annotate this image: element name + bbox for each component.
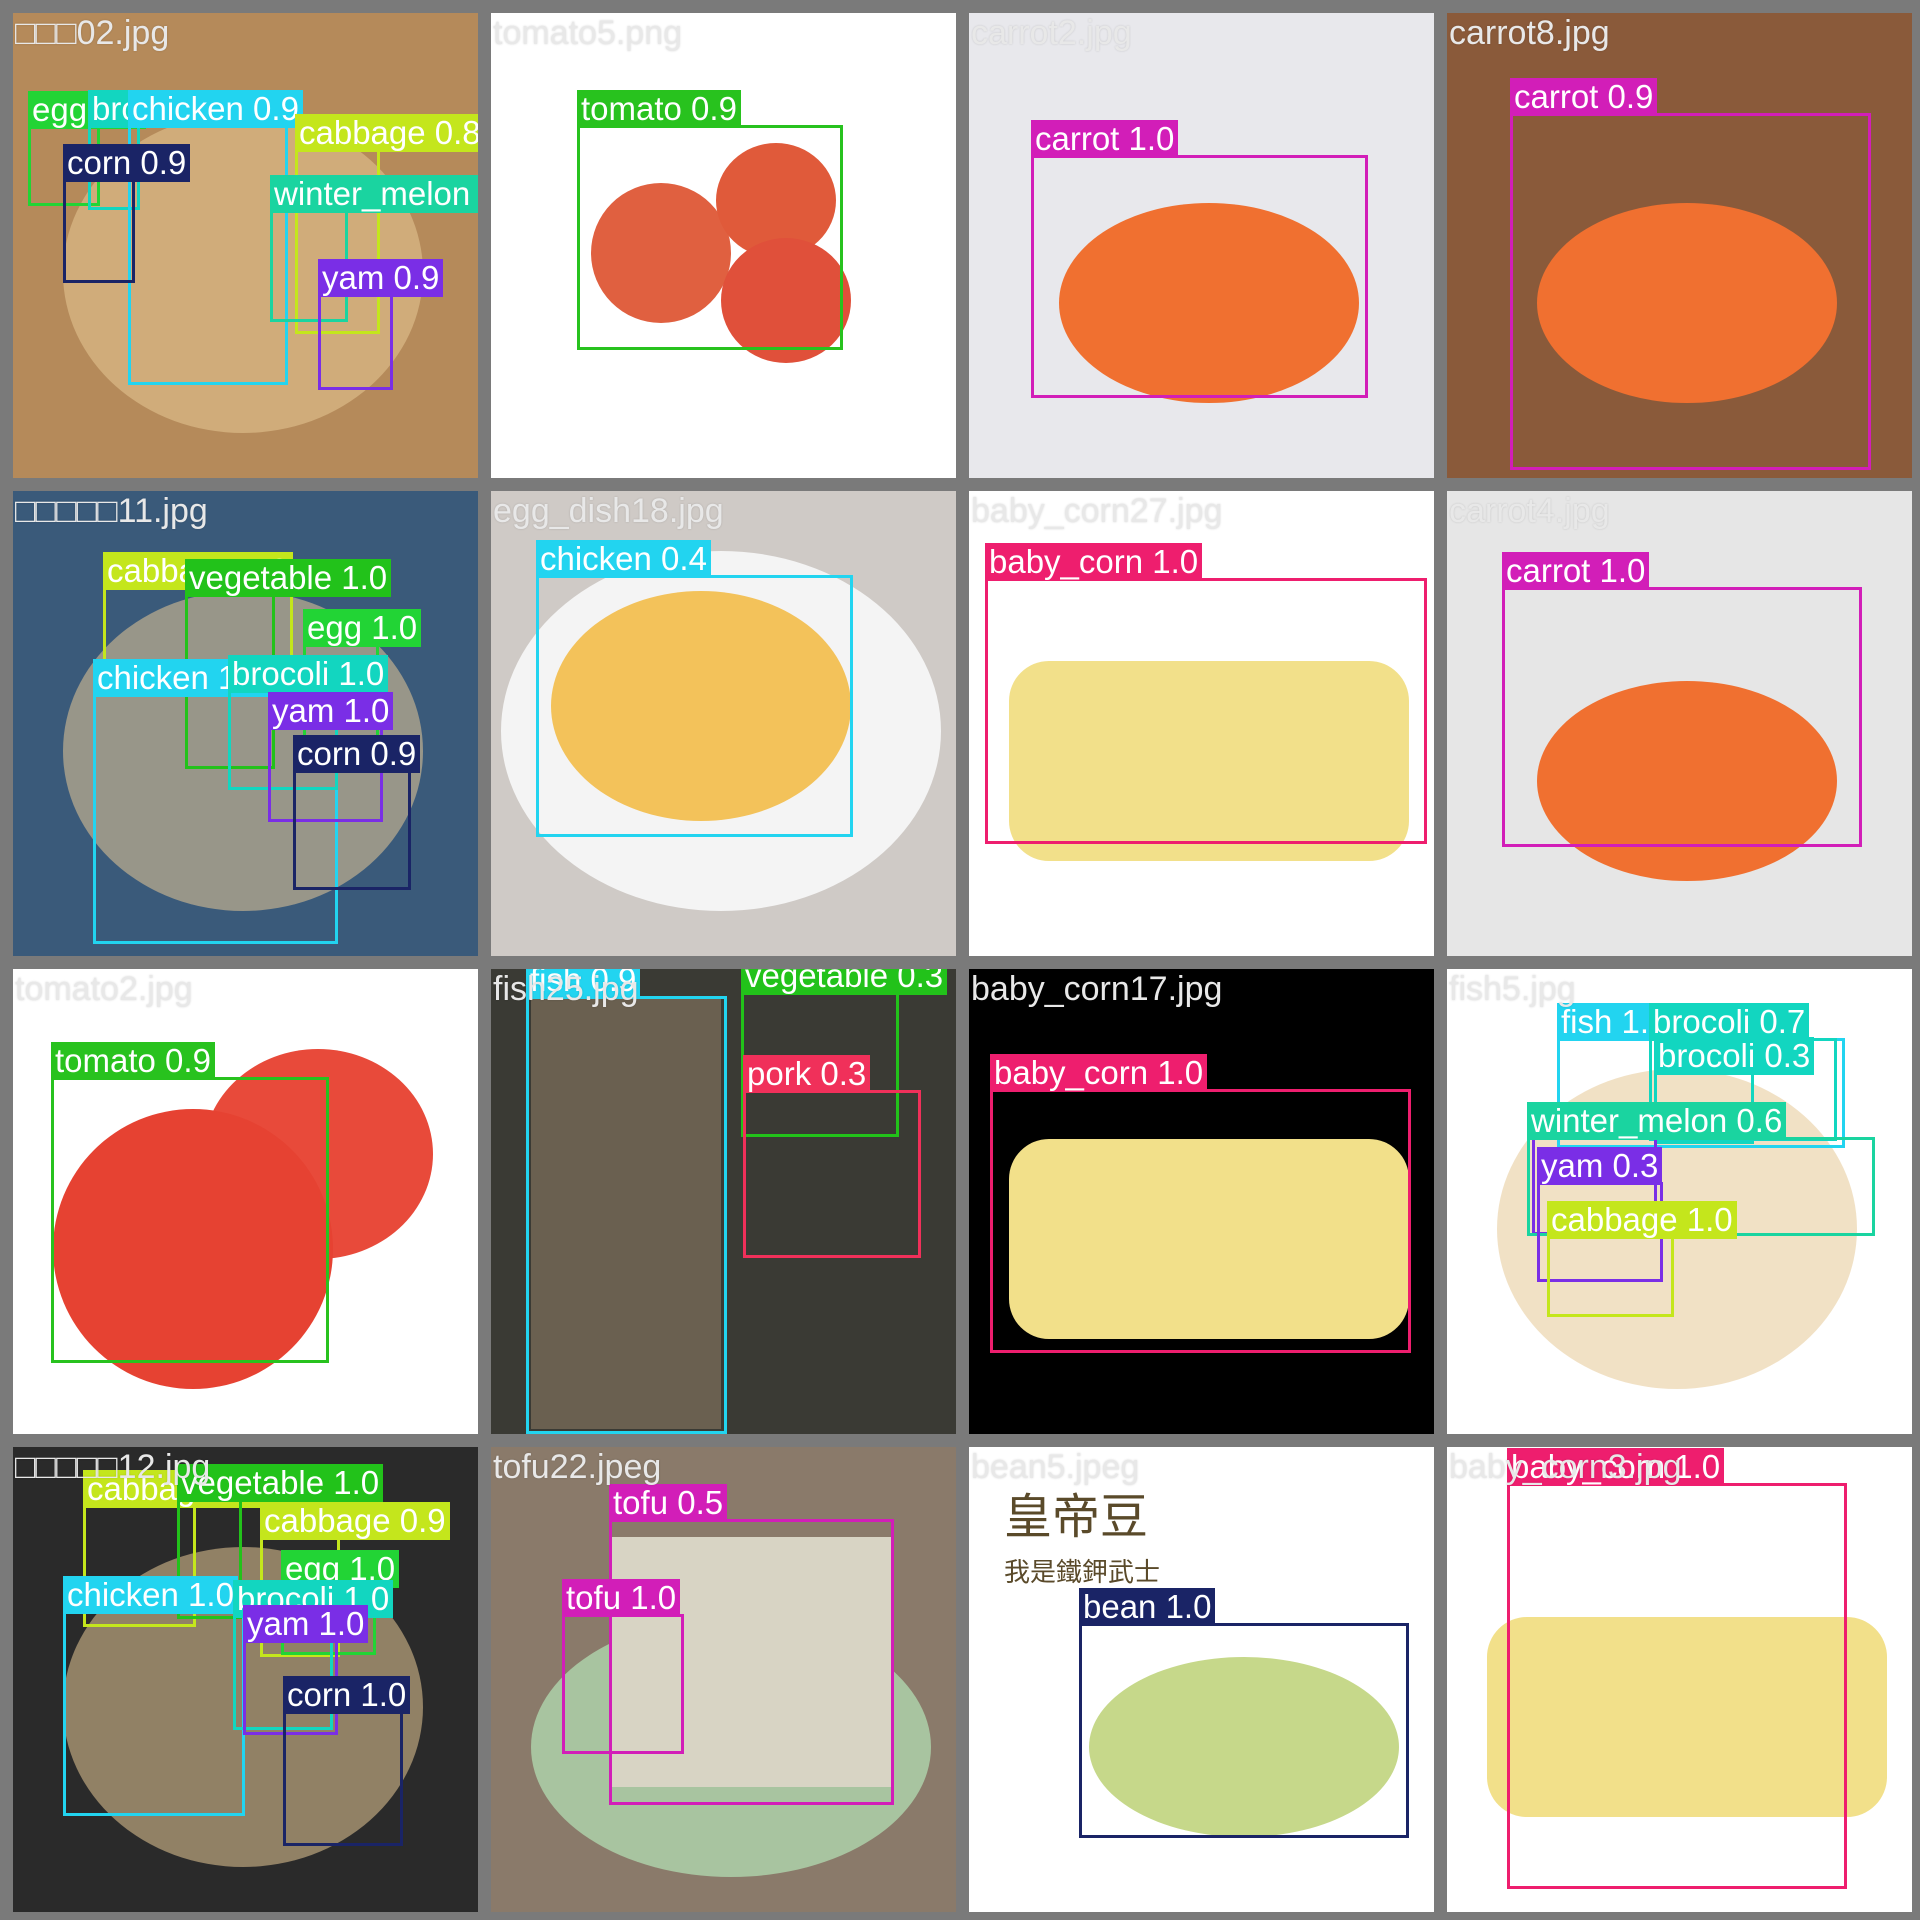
detection-label: brocoli 0.7 bbox=[1649, 1003, 1810, 1041]
image-tile: carrot4.jpg carrot 1.0 bbox=[1447, 491, 1912, 956]
detection-label: egg 1.0 bbox=[303, 609, 422, 647]
detection-label: winter_melon 0.6 bbox=[1527, 1102, 1787, 1140]
image-filename: tofu22.jpeg bbox=[493, 1448, 662, 1486]
detection-box: tofu 1.0 bbox=[562, 1579, 684, 1754]
image-tile: tomato5.png tomato 0.9 bbox=[491, 13, 956, 478]
detection-label: chicken 1.0 bbox=[63, 1576, 238, 1614]
image-tile: baby_corn17.jpg baby_corn 1.0 bbox=[969, 969, 1434, 1434]
image-tile: 皇帝豆我是鐵鉀武士 bean5.jpeg bean 1.0 bbox=[969, 1447, 1434, 1912]
detection-label: tomato 0.9 bbox=[51, 1042, 215, 1080]
detection-label: tomato 0.9 bbox=[577, 90, 741, 128]
detection-box: baby_corn 1.0 bbox=[985, 543, 1427, 844]
image-filename: bean5.jpeg bbox=[971, 1448, 1140, 1486]
detection-mosaic: □□□02.jpgegg 1.0brocoli 0.9chicken 0.9ca… bbox=[0, 0, 1920, 1920]
detection-label: cabbage 0.8 bbox=[295, 114, 478, 152]
image-filename: carrot2.jpg bbox=[971, 14, 1132, 52]
detection-box: corn 1.0 bbox=[283, 1676, 411, 1846]
detection-box: tomato 0.9 bbox=[577, 90, 843, 350]
detection-box: bean 1.0 bbox=[1079, 1588, 1409, 1838]
detection-label: carrot 1.0 bbox=[1502, 552, 1650, 590]
image-tile: tomato2.jpg tomato 0.9 bbox=[13, 969, 478, 1434]
detection-box: baby_corn 1.0 bbox=[990, 1054, 1411, 1353]
image-tile: carrot2.jpg carrot 1.0 bbox=[969, 13, 1434, 478]
detection-box: cabbage 1.0 bbox=[1547, 1201, 1737, 1317]
detection-box: fish 0.9 bbox=[526, 969, 727, 1434]
detection-label: vegetable 0.3 bbox=[741, 969, 948, 995]
image-filename: baby_corn3.jpg bbox=[1449, 1448, 1682, 1486]
detection-label: tofu 0.5 bbox=[609, 1484, 728, 1522]
image-tile: fish25.jpg fish 0.9 vegetable 0.3 pork 0.3 bbox=[491, 969, 956, 1434]
detection-box: tomato 0.9 bbox=[51, 1042, 329, 1363]
image-filename: □□□□□12.jpg bbox=[15, 1448, 211, 1486]
detection-label: carrot 0.9 bbox=[1510, 78, 1658, 116]
image-tile: □□□□□12.jpgcabbage 1.0vegetable 1.0cabba… bbox=[13, 1447, 478, 1912]
detection-box: chicken 1.0 bbox=[63, 1576, 245, 1816]
image-tile: □□□□□11.jpgcabbage 1.0vegetable 1.0egg 1… bbox=[13, 491, 478, 956]
detection-label: yam 0.9 bbox=[318, 259, 444, 297]
image-filename: □□□□□11.jpg bbox=[15, 492, 208, 530]
detection-label: baby_corn 1.0 bbox=[985, 543, 1203, 581]
image-filename: egg_dish18.jpg bbox=[493, 492, 724, 530]
image-overlay-text: 我是鐵鉀武士 bbox=[1004, 1558, 1161, 1588]
image-tile: fish5.jpgfish 1.0brocoli 0.7brocoli 0.3y… bbox=[1447, 969, 1912, 1434]
detection-label: bean 1.0 bbox=[1079, 1588, 1216, 1626]
image-filename: carrot4.jpg bbox=[1449, 492, 1610, 530]
detection-box: chicken 0.4 bbox=[536, 540, 853, 837]
image-tile: baby_corn27.jpg baby_corn 1.0 bbox=[969, 491, 1434, 956]
image-tile: baby_corn3.jpg baby_corn 1.0 bbox=[1447, 1447, 1912, 1912]
detection-label: chicken 0.9 bbox=[128, 90, 303, 128]
detection-label: corn 0.9 bbox=[293, 735, 421, 773]
image-filename: baby_corn27.jpg bbox=[971, 492, 1223, 530]
detection-box: carrot 1.0 bbox=[1031, 120, 1368, 398]
detection-box: carrot 0.9 bbox=[1510, 78, 1871, 470]
image-tile: carrot8.jpg carrot 0.9 bbox=[1447, 13, 1912, 478]
detection-label: corn 0.9 bbox=[63, 144, 191, 182]
image-filename: fish25.jpg bbox=[493, 970, 639, 1008]
detection-label: tofu 1.0 bbox=[562, 1579, 681, 1617]
image-tile: egg_dish18.jpgchicken 0.4 bbox=[491, 491, 956, 956]
detection-box: corn 0.9 bbox=[293, 735, 421, 890]
image-filename: fish5.jpg bbox=[1449, 970, 1576, 1008]
detection-label: yam 1.0 bbox=[268, 692, 394, 730]
detection-box: carrot 1.0 bbox=[1502, 552, 1862, 847]
image-overlay-text: 皇帝豆 bbox=[1004, 1489, 1149, 1545]
detection-label: pork 0.3 bbox=[743, 1055, 871, 1093]
image-filename: baby_corn17.jpg bbox=[971, 970, 1223, 1008]
detection-label: baby_corn 1.0 bbox=[990, 1054, 1208, 1092]
detection-label: chicken 0.4 bbox=[536, 540, 711, 578]
detection-label: cabbage 1.0 bbox=[1547, 1201, 1737, 1239]
image-filename: tomato2.jpg bbox=[15, 970, 193, 1008]
detection-label: vegetable 1.0 bbox=[185, 559, 392, 597]
image-tile: □□□02.jpgegg 1.0brocoli 0.9chicken 0.9ca… bbox=[13, 13, 478, 478]
detection-box: baby_corn 1.0 bbox=[1507, 1448, 1847, 1889]
detection-label: brocoli 1.0 bbox=[228, 655, 389, 693]
detection-box: pork 0.3 bbox=[743, 1055, 921, 1258]
image-filename: tomato5.png bbox=[493, 14, 683, 52]
detection-label: carrot 1.0 bbox=[1031, 120, 1179, 158]
image-filename: □□□02.jpg bbox=[15, 14, 170, 52]
detection-box: yam 0.9 bbox=[318, 259, 444, 390]
detection-label: brocoli 0.3 bbox=[1654, 1037, 1815, 1075]
detection-label: cabbage 0.9 bbox=[260, 1502, 450, 1540]
detection-box: corn 0.9 bbox=[63, 144, 191, 283]
detection-label: yam 0.3 bbox=[1537, 1147, 1663, 1185]
detection-label: yam 1.0 bbox=[243, 1605, 369, 1643]
detection-label: corn 1.0 bbox=[283, 1676, 411, 1714]
detection-label: winter_melon 0.5 bbox=[270, 175, 478, 213]
image-tile: tofu22.jpeg tofu 0.5 tofu 1.0 bbox=[491, 1447, 956, 1912]
image-filename: carrot8.jpg bbox=[1449, 14, 1610, 52]
